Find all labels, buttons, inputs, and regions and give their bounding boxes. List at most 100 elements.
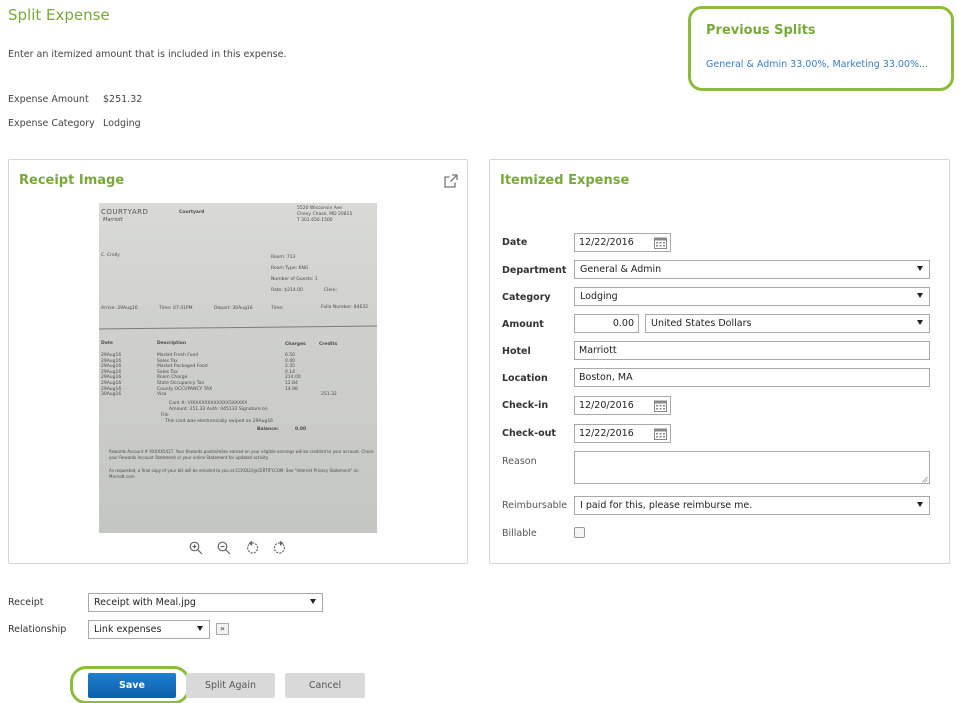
hotel-input[interactable]: Marriott: [574, 341, 930, 360]
currency-select[interactable]: United States Dollars: [645, 314, 930, 333]
receipt-rate: Rate: $214.00: [271, 288, 303, 293]
receipt-row-charge: 6.50: [285, 353, 296, 358]
rotate-right-icon[interactable]: [272, 540, 288, 556]
cancel-button[interactable]: Cancel: [285, 673, 365, 698]
hotel-label: Hotel: [502, 346, 531, 357]
calendar-icon[interactable]: [654, 237, 667, 249]
relationship-value: Link expenses: [94, 624, 162, 635]
chevron-down-icon: [917, 502, 923, 507]
category-label: Category: [502, 292, 551, 303]
receipt-clerk: Clerk:: [324, 288, 338, 293]
receipt-row-date: 29Aug16: [101, 386, 122, 392]
checkin-label: Check-in: [502, 400, 549, 411]
reason-textarea[interactable]: [574, 451, 930, 484]
receipt-hotel-sub: Marriott: [103, 217, 123, 223]
checkout-value: 12/22/2016: [579, 428, 634, 439]
department-select[interactable]: General & Admin: [574, 260, 930, 279]
checkout-field[interactable]: 12/22/2016: [574, 424, 671, 443]
receipt-row-desc: Market Fresh Food: [157, 353, 199, 358]
date-field[interactable]: 12/22/2016: [574, 233, 671, 252]
receipt-row-desc: State Occupancy Tax: [157, 381, 205, 386]
location-input[interactable]: Boston, MA: [574, 368, 930, 387]
receipt-col-credits: Credits: [319, 342, 338, 347]
receipt-address3: T 301.656.1500: [297, 218, 333, 223]
receipt-room-type: Room Type: KNG: [271, 266, 309, 271]
zoom-in-icon[interactable]: [188, 540, 204, 556]
receipt-col-desc: Description: [157, 341, 187, 346]
receipt-row-date: 30Aug16: [101, 392, 122, 398]
checkin-value: 12/20/2016: [579, 400, 634, 411]
split-again-button[interactable]: Split Again: [186, 673, 275, 698]
currency-value: United States Dollars: [651, 318, 752, 329]
receipt-row-charge: 14.98: [285, 386, 298, 392]
receipt-image-title: Receipt Image: [19, 173, 125, 188]
receipt-file: File: [161, 413, 169, 418]
receipt-row-desc: Room Charge: [157, 375, 188, 381]
billable-checkbox[interactable]: [574, 527, 585, 538]
receipt-image[interactable]: COURTYARD Marriott Courtyard 5520 Wiscon…: [99, 203, 377, 533]
save-button[interactable]: Save: [88, 673, 176, 698]
previous-splits-title: Previous Splits: [706, 23, 816, 38]
receipt-row-charge: 0.40: [285, 358, 296, 364]
receipt-amount-line: Amount: 251.32 Auth: 045132 Signature on: [169, 407, 268, 412]
receipt-hotel-brand: COURTYARD: [101, 208, 149, 216]
receipt-row-charge: 2.35: [285, 364, 296, 370]
date-value: 12/22/2016: [579, 237, 634, 248]
reason-label: Reason: [502, 456, 537, 467]
expense-amount-value: $251.32: [103, 94, 143, 105]
receipt-row-date: 29Aug16: [101, 375, 122, 381]
receipt-time2: Time:: [271, 306, 284, 311]
receipt-address1: 5520 Wisconsin Ave: [297, 206, 343, 211]
previous-splits-box: Previous Splits General & Admin 33.00%, …: [688, 6, 954, 91]
expense-category-value: Lodging: [103, 118, 141, 129]
chevron-down-icon: [917, 320, 923, 325]
amount-input[interactable]: 0.00: [574, 314, 639, 333]
receipt-row-charge: 214.00: [285, 375, 301, 381]
calendar-icon[interactable]: [654, 400, 667, 412]
resize-grip-icon[interactable]: [921, 475, 928, 483]
expense-amount-label: Expense Amount: [8, 94, 89, 105]
receipt-balance-value: 0.00: [295, 427, 307, 432]
receipt-select[interactable]: Receipt with Meal.jpg: [88, 593, 323, 612]
forward-button[interactable]: »: [216, 623, 229, 635]
location-value: Boston, MA: [579, 372, 633, 383]
chevron-down-icon: [197, 626, 203, 631]
category-select[interactable]: Lodging: [574, 287, 930, 306]
billable-label: Billable: [502, 528, 537, 539]
reimbursable-select[interactable]: I paid for this, please reimburse me.: [574, 496, 930, 515]
intro-text: Enter an itemized amount that is include…: [8, 49, 287, 60]
image-toolbar: [188, 540, 298, 556]
receipt-guests: Number of Guests: 1: [271, 277, 318, 282]
department-value: General & Admin: [580, 264, 662, 275]
rotate-left-icon[interactable]: [244, 540, 260, 556]
receipt-swiped: This card was electronically swiped on 2…: [165, 419, 274, 424]
previous-splits-link[interactable]: General & Admin 33.00%, Marketing 33.00%…: [706, 59, 928, 70]
category-value: Lodging: [580, 291, 618, 302]
expense-category-label: Expense Category: [8, 118, 95, 129]
relationship-label: Relationship: [8, 624, 67, 635]
receipt-guest: C. Crolly: [101, 253, 120, 258]
receipt-time1: Time: 07:41PM: [159, 306, 193, 311]
relationship-select[interactable]: Link expenses: [88, 620, 210, 639]
checkin-field[interactable]: 12/20/2016: [574, 396, 671, 415]
receipt-row-desc: Visa: [157, 392, 167, 398]
zoom-out-icon[interactable]: [216, 540, 232, 556]
chevron-down-icon: [917, 266, 923, 271]
external-link-icon[interactable]: [443, 173, 459, 189]
receipt-depart: Depart: 30Aug16: [214, 306, 253, 311]
receipt-row-date: 29Aug16: [101, 358, 122, 364]
receipt-value: Receipt with Meal.jpg: [94, 597, 196, 608]
receipt-row-credit: 251.32: [321, 392, 337, 398]
calendar-icon[interactable]: [654, 428, 667, 440]
receipt-col-charges: Charges: [285, 342, 306, 347]
receipt-row-date: 29Aug16: [101, 353, 122, 358]
receipt-room: Room: 713: [271, 255, 296, 260]
receipt-row-date: 29Aug16: [101, 381, 122, 386]
receipt-row-desc: Market Packaged Food: [157, 364, 208, 370]
checkout-label: Check-out: [502, 428, 556, 439]
chevron-down-icon: [310, 599, 316, 604]
receipt-row-desc: Sales Tax: [157, 358, 178, 364]
receipt-row-charge: 12.84: [285, 381, 298, 386]
receipt-row-desc: County OCCUPANCY TAX: [157, 386, 213, 392]
amount-value: 0.00: [612, 318, 634, 329]
